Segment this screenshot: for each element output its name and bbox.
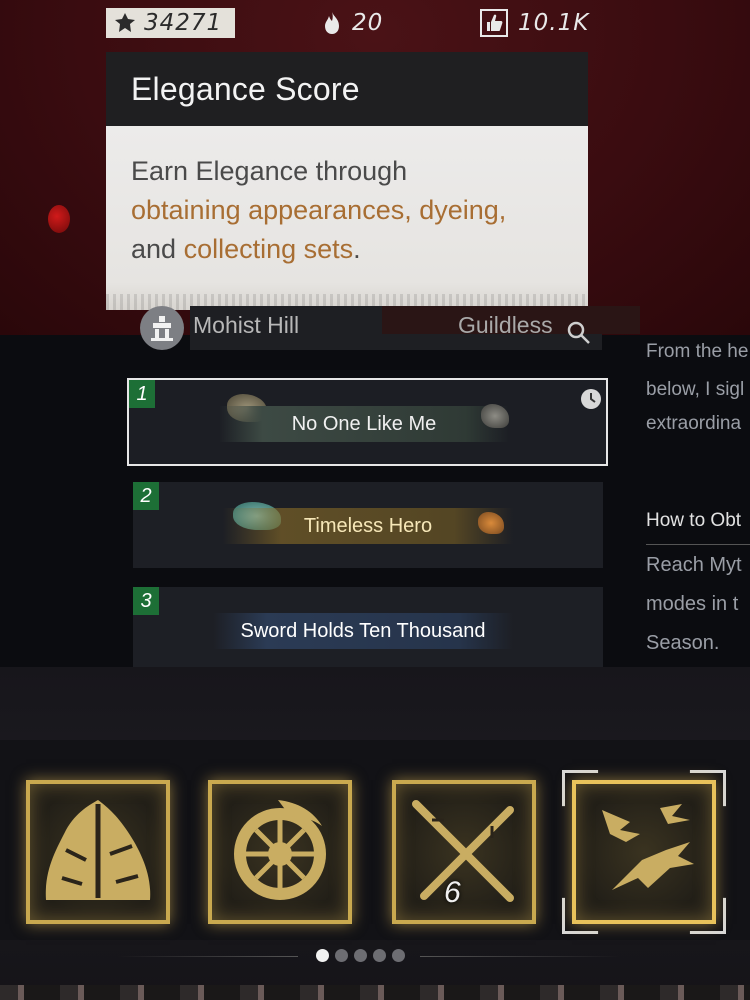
rank-badge: 2 — [133, 482, 159, 510]
rank-badge: 1 — [129, 380, 155, 408]
emblem-tile-2[interactable] — [208, 780, 352, 924]
title-label: Timeless Hero — [303, 514, 433, 537]
flame-icon — [325, 12, 339, 34]
obtain-text: Season. — [646, 632, 720, 654]
guild-name: Guildless — [458, 312, 553, 338]
page-dot[interactable] — [354, 949, 367, 962]
mountain-emblem-icon — [45, 800, 151, 900]
tooltip-body: Earn Elegance through obtaining appearan… — [106, 126, 588, 310]
carousel-pagination — [316, 949, 405, 962]
elegance-stat[interactable]: 34271 — [106, 8, 235, 38]
tooltip-text: . — [353, 234, 361, 264]
divider — [420, 956, 620, 957]
page-dot[interactable] — [335, 949, 348, 962]
emblem-tile-1[interactable] — [26, 780, 170, 924]
rank-badge: 3 — [133, 587, 159, 615]
tooltip-header: Elegance Score — [106, 52, 588, 126]
title-banner: Timeless Hero — [223, 508, 513, 544]
title-label: No One Like Me — [291, 412, 437, 435]
likes-value: 10.1K — [518, 10, 590, 36]
tooltip-text: and — [131, 234, 184, 264]
player-name: Mohist Hill — [193, 312, 300, 338]
tile-count: 6 — [444, 876, 461, 909]
tooltip-text: Earn Elegance through — [131, 156, 408, 186]
page-dot[interactable] — [392, 949, 405, 962]
title-item-1[interactable]: 1 No One Like Me — [127, 378, 608, 466]
obtain-text: modes in t — [646, 593, 739, 615]
guild-emblem-icon — [151, 316, 173, 341]
elegance-icon — [115, 13, 135, 32]
search-icon[interactable] — [566, 320, 592, 346]
swallows-icon — [602, 804, 694, 890]
guild-emblem[interactable] — [140, 306, 184, 350]
crossed-swords-icon — [412, 800, 514, 902]
thumbs-up-icon — [480, 9, 508, 37]
title-item-2[interactable]: 2 Timeless Hero — [133, 482, 603, 568]
title-banner: No One Like Me — [219, 406, 509, 442]
emblem-tile-3[interactable]: 6 — [392, 780, 536, 924]
title-item-3[interactable]: 3 Sword Holds Ten Thousand — [133, 587, 603, 667]
likes-stat[interactable]: 10.1K — [480, 8, 589, 38]
timed-clock-icon — [581, 389, 601, 409]
heat-stat[interactable]: 20 — [322, 8, 383, 38]
decorative-blob — [48, 205, 70, 233]
elegance-tooltip: Elegance Score Earn Elegance through obt… — [106, 52, 588, 310]
title-label: Sword Holds Ten Thousand — [240, 619, 486, 642]
title-lore-text: extraordina — [646, 413, 742, 434]
tooltip-highlight: obtaining appearances, dyeing, — [131, 195, 507, 225]
tooltip-title: Elegance Score — [131, 70, 360, 107]
elegance-value: 34271 — [144, 10, 223, 36]
obtain-heading: How to Obt — [646, 510, 742, 531]
page-dot[interactable] — [316, 949, 329, 962]
obtain-text: Reach Myt — [646, 554, 742, 576]
title-lore-text: From the he — [646, 341, 749, 362]
title-banner: Sword Holds Ten Thousand — [213, 613, 513, 649]
title-lore-text: below, I sigl — [646, 379, 745, 400]
tooltip-highlight: collecting sets — [183, 234, 354, 264]
emblem-tile-4[interactable] — [572, 780, 716, 924]
divider — [118, 956, 298, 957]
divider — [646, 544, 750, 545]
heat-value: 20 — [352, 10, 384, 36]
wheel-emblem-icon — [234, 800, 326, 900]
bottom-strip — [0, 985, 750, 1000]
page-dot[interactable] — [373, 949, 386, 962]
